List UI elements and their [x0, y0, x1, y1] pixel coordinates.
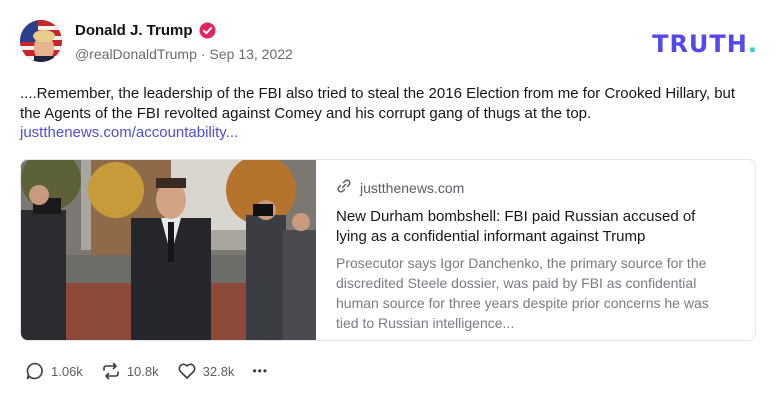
author-handle[interactable]: @realDonaldTrump — [75, 46, 197, 62]
link-preview-description: Prosecutor says Igor Danchenko, the prim… — [336, 255, 709, 331]
link-preview-domain-row: justthenews.com — [336, 178, 735, 197]
link-preview-body: justthenews.com New Durham bombshell: FB… — [316, 160, 755, 340]
retruth-count: 10.8k — [126, 363, 159, 379]
post-text: ....Remember, the leadership of the FBI … — [20, 85, 736, 122]
link-preview-domain: justthenews.com — [360, 179, 465, 196]
ellipsis-icon: ••• — [252, 364, 269, 378]
avatar-image — [20, 20, 62, 62]
post-link[interactable]: justthenews.com/accountability... — [20, 124, 238, 141]
verified-badge-icon — [199, 22, 216, 39]
author-name[interactable]: Donald J. Trump — [75, 22, 193, 39]
reply-count: 1.06k — [51, 363, 83, 379]
speech-bubble-icon — [25, 361, 45, 381]
link-chain-icon — [336, 178, 352, 197]
avatar[interactable] — [20, 20, 62, 62]
author-name-row: Donald J. Trump — [75, 22, 216, 39]
retruth-button[interactable]: 10.8k — [101, 361, 159, 381]
repost-arrows-icon — [101, 361, 121, 381]
heart-icon — [177, 361, 197, 381]
post-action-bar: 1.06k 10.8k 32.8k ••• — [25, 361, 286, 381]
link-preview-image — [21, 160, 316, 340]
link-preview-title[interactable]: New Durham bombshell: FBI paid Russian a… — [336, 207, 726, 247]
link-preview-card[interactable]: justthenews.com New Durham bombshell: FB… — [20, 159, 756, 341]
truth-logo: TRUTH. — [652, 30, 757, 58]
post-date[interactable]: Sep 13, 2022 — [210, 46, 293, 62]
like-count: 32.8k — [202, 363, 235, 379]
like-button[interactable]: 32.8k — [177, 361, 235, 381]
meta-separator: · — [200, 46, 206, 62]
reply-button[interactable]: 1.06k — [25, 361, 83, 381]
logo-dot: . — [747, 30, 757, 58]
author-meta: @realDonaldTrump · Sep 13, 2022 — [75, 46, 293, 62]
more-options-button[interactable]: ••• — [252, 364, 268, 378]
logo-text: TRUTH — [652, 30, 748, 58]
